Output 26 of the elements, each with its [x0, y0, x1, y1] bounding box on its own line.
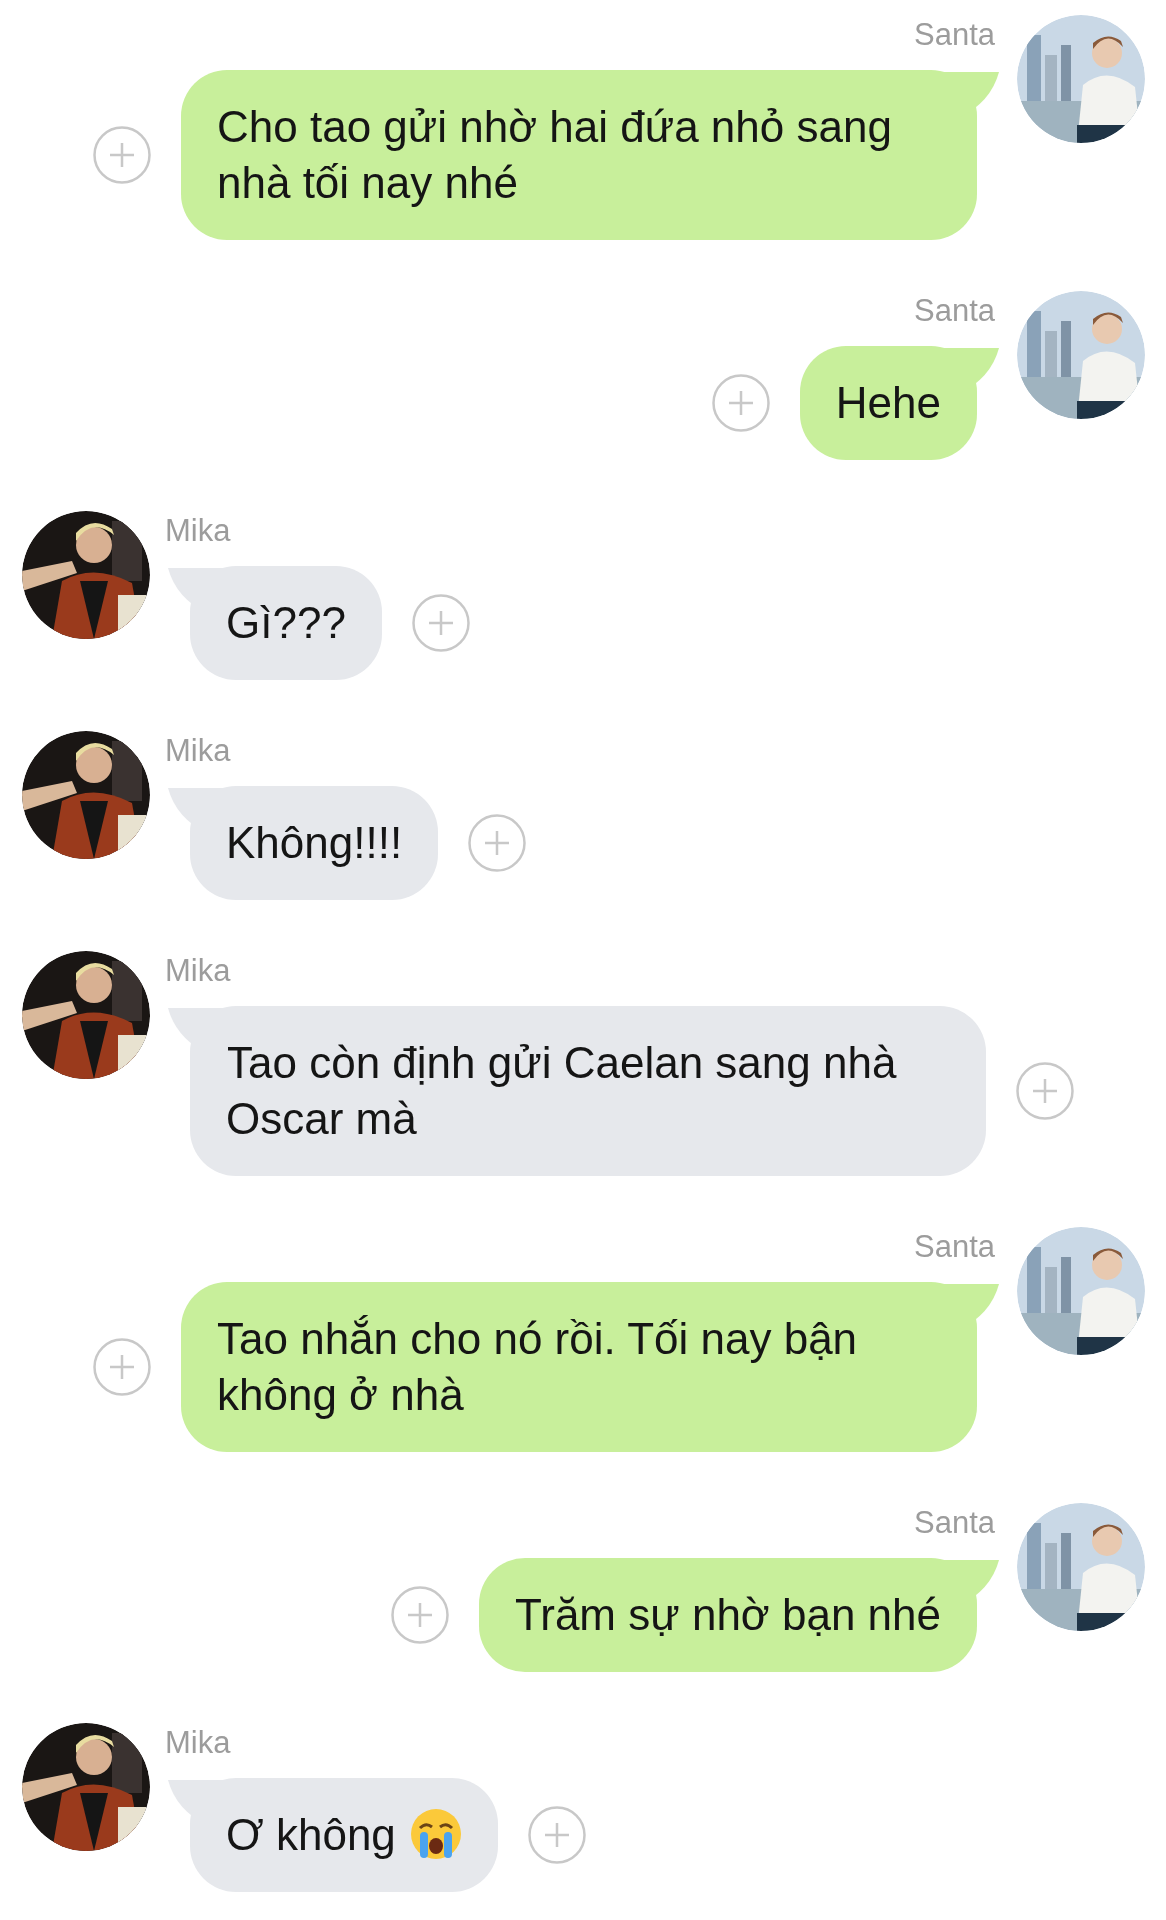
add-icon[interactable] [411, 594, 470, 652]
sender-name: Santa [914, 1504, 995, 1542]
sender-name: Mika [165, 1724, 231, 1762]
sender-name: Santa [914, 16, 995, 54]
add-icon[interactable] [1016, 1062, 1074, 1120]
message-bubble: Cho tao gửi nhờ hai đứa nhỏ sang nhà tối nay nhé [181, 70, 977, 240]
sender-name: Mika [165, 952, 231, 990]
bubble-tail [168, 1008, 228, 1054]
message-bubble: Tao còn định gửi Caelan sang nhà Oscar mà [190, 1006, 986, 1176]
add-icon[interactable] [468, 814, 527, 872]
message-bubble: Trăm sự nhờ bạn nhé [479, 1558, 977, 1672]
add-icon[interactable] [93, 126, 151, 184]
sender-name: Mika [165, 512, 231, 550]
message-bubble: Ơ không [190, 1778, 498, 1892]
sender-name: Santa [914, 1228, 995, 1266]
add-icon[interactable] [391, 1586, 449, 1644]
message-bubble: Tao nhắn cho nó rồi. Tối nay bận không ở nhà [181, 1282, 977, 1452]
add-icon[interactable] [711, 374, 770, 432]
add-icon[interactable] [93, 1338, 151, 1396]
crying-face-icon [409, 1808, 462, 1860]
message-bubble: Gì??? [190, 566, 382, 680]
add-icon[interactable] [527, 1806, 586, 1864]
sender-name: Santa [914, 292, 995, 330]
message-bubble: Hehe [799, 346, 977, 460]
sender-name: Mika [165, 732, 231, 770]
message-bubble: Không!!!! [190, 786, 439, 900]
